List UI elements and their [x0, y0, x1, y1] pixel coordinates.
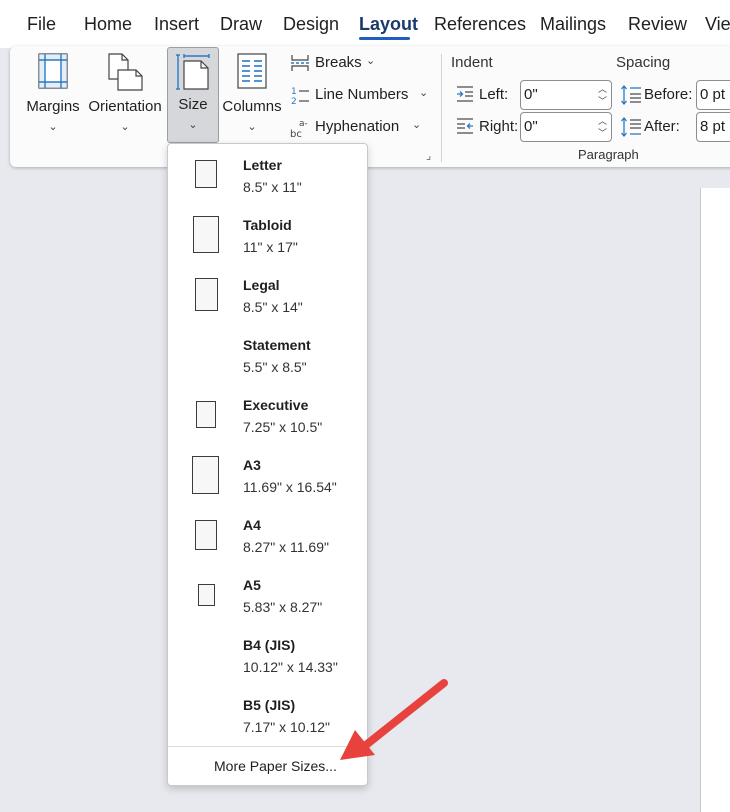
margins-button[interactable]: Margins ⌄ — [22, 50, 84, 140]
page-setup-launcher-icon[interactable]: ⌟ — [426, 149, 438, 162]
columns-button[interactable]: Columns ⌄ — [220, 50, 284, 140]
page-size-icon — [195, 520, 217, 550]
menu-separator — [168, 746, 367, 747]
svg-text:bc: bc — [290, 129, 302, 139]
page-size-icon — [192, 456, 219, 494]
breaks-icon — [291, 55, 309, 71]
tab-file[interactable]: File — [27, 14, 56, 35]
indent-left-input[interactable]: 0" ︿ ﹀ — [520, 80, 612, 110]
indent-left-icon — [457, 86, 473, 102]
orientation-label: Orientation — [88, 98, 162, 115]
page-size-icon — [195, 160, 217, 188]
paragraph-group-label: Paragraph — [578, 147, 639, 162]
size-option-tabloid[interactable]: Tabloid 11" x 17" — [168, 204, 367, 264]
tab-home[interactable]: Home — [84, 14, 132, 35]
document-page[interactable] — [700, 188, 730, 812]
columns-label: Columns — [222, 98, 282, 115]
breaks-label: Breaks — [315, 54, 362, 71]
spacing-before-input[interactable]: 0 pt — [696, 80, 730, 110]
size-icon — [176, 54, 210, 90]
tab-references[interactable]: References — [434, 14, 526, 35]
tab-view[interactable]: View — [705, 14, 730, 35]
columns-icon — [237, 53, 267, 89]
spin-arrows-icon[interactable]: ︿ ﹀ — [598, 115, 607, 139]
size-option-a3[interactable]: A3 11.69" x 16.54" — [168, 444, 367, 504]
orientation-icon — [108, 53, 143, 91]
indent-right-input[interactable]: 0" ︿ ﹀ — [520, 112, 612, 142]
line-numbers-icon: 1 2 — [291, 87, 309, 105]
size-dropdown-menu: Letter 8.5" x 11" Tabloid 11" x 17" Lega… — [167, 143, 368, 786]
line-numbers-button[interactable]: 1 2 Line Numbers ⌄ — [290, 84, 430, 106]
margins-icon — [38, 53, 68, 89]
tab-insert[interactable]: Insert — [154, 14, 199, 35]
indent-header: Indent — [451, 54, 493, 71]
indent-left-label: Left: — [455, 84, 525, 106]
tab-design[interactable]: Design — [283, 14, 339, 35]
active-tab-indicator — [359, 37, 410, 40]
margins-label: Margins — [26, 98, 80, 115]
hyphenation-icon: a- bc — [290, 119, 308, 139]
size-button[interactable]: Size ⌄ — [167, 47, 219, 143]
chevron-down-icon: ⌄ — [247, 121, 257, 133]
size-option-a5[interactable]: A5 5.83" x 8.27" — [168, 564, 367, 624]
hyphenation-label: Hyphenation — [315, 118, 400, 135]
chevron-down-icon: ⌄ — [412, 119, 422, 131]
chevron-down-icon: ⌄ — [120, 121, 130, 133]
spacing-after-icon — [621, 117, 641, 137]
spacing-before-icon — [621, 85, 641, 105]
size-option-letter[interactable]: Letter 8.5" x 11" — [168, 144, 367, 204]
size-label: Size — [178, 96, 208, 113]
group-separator — [441, 54, 442, 162]
svg-text:a-: a- — [299, 119, 308, 129]
page-size-icon — [196, 401, 216, 428]
more-paper-sizes-item[interactable]: More Paper Sizes... — [214, 758, 337, 774]
indent-right-icon — [457, 118, 473, 134]
page-size-icon — [195, 278, 218, 311]
spacing-header: Spacing — [616, 54, 671, 71]
line-numbers-label: Line Numbers — [315, 86, 409, 103]
spin-arrows-icon[interactable]: ︿ ﹀ — [598, 83, 607, 107]
page-size-icon — [193, 216, 219, 253]
chevron-down-icon: ⌄ — [366, 55, 376, 67]
chevron-down-icon: ⌄ — [48, 121, 58, 133]
page-size-icon — [198, 584, 215, 606]
svg-text:1: 1 — [291, 87, 297, 97]
size-option-legal[interactable]: Legal 8.5" x 14" — [168, 264, 367, 324]
chevron-down-icon: ⌄ — [419, 87, 429, 99]
size-option-executive[interactable]: Executive 7.25" x 10.5" — [168, 384, 367, 444]
spacing-after-label: After: — [620, 116, 700, 138]
tab-review[interactable]: Review — [628, 14, 687, 35]
orientation-button[interactable]: Orientation ⌄ — [86, 50, 164, 140]
ribbon-tab-bar: File Home Insert Draw Design Layout Refe… — [0, 0, 730, 48]
size-option-a4[interactable]: A4 8.27" x 11.69" — [168, 504, 367, 564]
chevron-down-icon: ⌄ — [188, 119, 198, 131]
tab-mailings[interactable]: Mailings — [540, 14, 606, 35]
svg-text:2: 2 — [291, 97, 297, 105]
size-option-statement[interactable]: Statement 5.5" x 8.5" — [168, 324, 367, 384]
ribbon-panel: Margins ⌄ Orientation ⌄ Size ⌄ Columns ⌄… — [10, 46, 730, 167]
spacing-before-label: Before: — [620, 84, 700, 106]
breaks-button[interactable]: Breaks ⌄ — [290, 52, 380, 74]
size-option-b4-jis[interactable]: B4 (JIS) 10.12" x 14.33" — [168, 624, 367, 684]
size-option-b5-jis[interactable]: B5 (JIS) 7.17" x 10.12" — [168, 684, 367, 744]
indent-right-label: Right: — [455, 116, 525, 138]
spacing-after-input[interactable]: 8 pt — [696, 112, 730, 142]
tab-draw[interactable]: Draw — [220, 14, 262, 35]
tab-layout[interactable]: Layout — [359, 14, 418, 35]
hyphenation-button[interactable]: a- bc Hyphenation ⌄ — [290, 116, 430, 139]
